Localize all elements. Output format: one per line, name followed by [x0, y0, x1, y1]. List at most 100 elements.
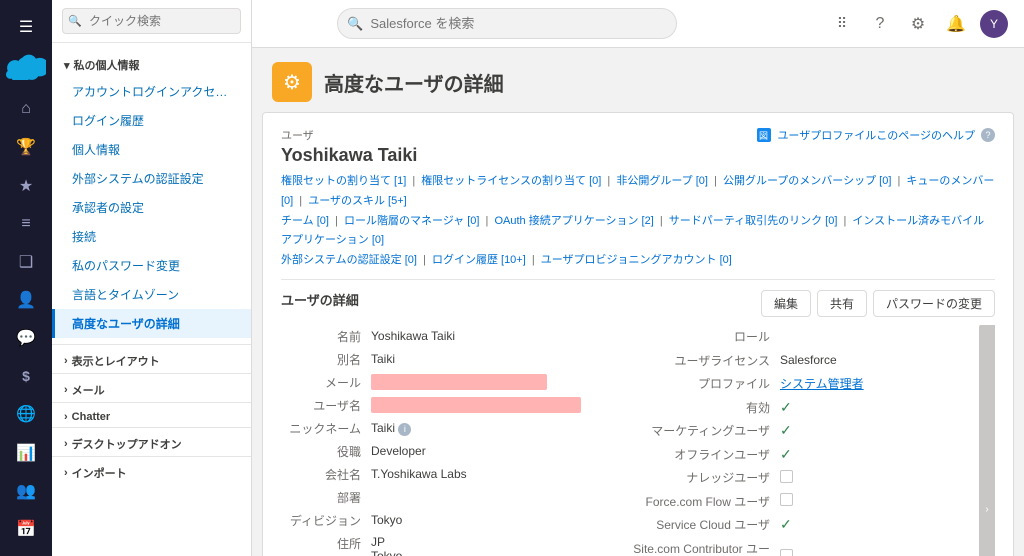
chevron-right-icon4: ›	[64, 438, 68, 450]
field-label-role: ロール	[630, 325, 780, 349]
field-label-marketing-user: マーケティングユーザ	[630, 419, 780, 443]
related-link-10[interactable]: サードパーティ取引先のリンク [0]	[669, 215, 838, 227]
chevron-right-icon3: ›	[64, 411, 68, 423]
sidebar-item-personal-info[interactable]: 個人情報	[52, 135, 251, 164]
field-value-company: T.Yoshikawa Labs	[371, 463, 630, 486]
field-value-nickname: Taiki i	[371, 417, 630, 440]
masked-email: ████████████████████	[371, 374, 547, 390]
field-value-email: ████████████████████	[371, 371, 630, 394]
related-link-1[interactable]: 権限セットの割り当て [1]	[281, 175, 406, 187]
earth-icon[interactable]: 🌐	[8, 397, 44, 431]
collapse-arrow[interactable]: ›	[979, 325, 995, 556]
people-icon[interactable]: 👥	[8, 474, 44, 508]
content-area: 図 ユーザプロファイルこのページのヘルプ ? ユーザ Yoshikawa Tai…	[262, 112, 1014, 556]
user-section-header: 図 ユーザプロファイルこのページのヘルプ ? ユーザ Yoshikawa Tai…	[281, 127, 995, 166]
grid-icon[interactable]: ⠿	[828, 10, 856, 38]
chevron-right-icon: ›	[64, 355, 68, 367]
sidebar-item-external-auth[interactable]: 外部システムの認証設定	[52, 164, 251, 193]
hamburger-icon[interactable]: ☰	[8, 10, 44, 44]
chatter-section: › Chatter	[52, 402, 251, 427]
personal-info-header[interactable]: ▾ 私の個人情報	[52, 49, 251, 77]
table-row: Force.com Flow ユーザ	[630, 489, 979, 513]
field-value-alias: Taiki	[371, 348, 630, 371]
desktop-addon-header[interactable]: › デスクトップアドオン	[52, 428, 251, 456]
field-label-user-license: ユーザライセンス	[630, 348, 780, 372]
email-section-header[interactable]: › メール	[52, 374, 251, 402]
import-section: › インポート	[52, 456, 251, 485]
related-link-14[interactable]: ユーザプロビジョニングアカウント [0]	[541, 254, 732, 266]
sidebar-search-input[interactable]	[62, 8, 241, 34]
field-value-sitecom-contributor	[780, 536, 979, 556]
chat-icon[interactable]: 💬	[8, 321, 44, 355]
display-layout-section: › 表示とレイアウト	[52, 344, 251, 373]
related-link-2[interactable]: 権限セットライセンスの割り当て [0]	[421, 175, 601, 187]
field-value-marketing-user: ✓	[780, 419, 979, 443]
field-label-username: ユーザ名	[281, 394, 371, 417]
related-link-8[interactable]: ロール階層のマネージャ [0]	[344, 215, 480, 227]
edit-button[interactable]: 編集	[761, 290, 811, 317]
notifications-icon[interactable]: 🔔	[942, 10, 970, 38]
star-icon[interactable]: ★	[8, 168, 44, 202]
display-layout-header[interactable]: › 表示とレイアウト	[52, 345, 251, 373]
right-detail-table: ロール ユーザライセンス Salesforce プロファイル システム管理者	[630, 325, 979, 556]
share-button[interactable]: 共有	[817, 290, 867, 317]
dollar-icon[interactable]: $	[8, 359, 44, 393]
related-link-12[interactable]: 外部システムの認証設定 [0]	[281, 254, 417, 266]
table-row: 有効 ✓	[630, 395, 979, 419]
sidebar-item-advanced-user[interactable]: 高度なユーザの詳細	[52, 309, 251, 338]
field-label-name: 名前	[281, 325, 371, 348]
profile-link[interactable]: システム管理者	[780, 377, 864, 391]
table-row: 別名 Taiki	[281, 348, 630, 371]
field-value-flow-user	[780, 489, 979, 513]
sidebar-item-approver-settings[interactable]: 承認者の設定	[52, 193, 251, 222]
checkmark-marketing: ✓	[780, 422, 792, 438]
contact-icon[interactable]: 👤	[8, 283, 44, 317]
import-section-header[interactable]: › インポート	[52, 457, 251, 485]
field-label-profile: プロファイル	[630, 372, 780, 396]
user-avatar[interactable]: Y	[980, 10, 1008, 38]
sidebar-item-connect[interactable]: 接続	[52, 222, 251, 251]
list-icon[interactable]: ≡	[8, 207, 44, 241]
related-link-9[interactable]: OAuth 接続アプリケーション [2]	[494, 215, 653, 227]
related-link-7[interactable]: チーム [0]	[281, 215, 329, 227]
checkbox-contributor	[780, 549, 793, 556]
change-password-button[interactable]: パスワードの変更	[873, 290, 995, 317]
chatter-section-header[interactable]: › Chatter	[52, 403, 251, 427]
field-label-title: 役職	[281, 440, 371, 463]
sidebar-item-login-history[interactable]: ログイン履歴	[52, 106, 251, 135]
field-value-title: Developer	[371, 440, 630, 463]
field-label-address: 住所	[281, 532, 371, 556]
table-row: Service Cloud ユーザ ✓	[630, 513, 979, 537]
settings-icon[interactable]: ⚙	[904, 10, 932, 38]
table-row: ユーザ名 ████████████████████████	[281, 394, 630, 417]
field-label-division: ディビジョン	[281, 509, 371, 532]
home-icon[interactable]: ⌂	[8, 92, 44, 126]
field-label-company: 会社名	[281, 463, 371, 486]
related-link-6[interactable]: ユーザのスキル [5+]	[308, 195, 407, 207]
help-icon[interactable]: ?	[866, 10, 894, 38]
table-row: プロファイル システム管理者	[630, 372, 979, 396]
calendar-icon[interactable]: 📅	[8, 512, 44, 546]
field-value-user-license: Salesforce	[780, 348, 979, 372]
sidebar-item-password-change[interactable]: 私のパスワード変更	[52, 251, 251, 280]
trophy-icon[interactable]: 🏆	[8, 130, 44, 164]
chevron-down-icon: ▾	[64, 59, 70, 72]
header-icons: ⠿ ? ⚙ 🔔 Y	[828, 10, 1008, 38]
help-link-text[interactable]: ユーザプロファイルこのページのヘルプ	[777, 127, 975, 143]
field-value-role	[780, 325, 979, 349]
left-navigation: ☰ ⌂ 🏆 ★ ≡ ❑ 👤 💬 $ 🌐 📊 👥 📅	[0, 0, 52, 556]
related-link-3[interactable]: 非公開グループ [0]	[616, 175, 708, 187]
masked-username: ████████████████████████	[371, 397, 581, 413]
copy-icon[interactable]: ❑	[8, 245, 44, 279]
field-value-division: Tokyo	[371, 509, 630, 532]
related-links: 権限セットの割り当て [1] | 権限セットライセンスの割り当て [0] | 非…	[281, 172, 995, 280]
related-link-4[interactable]: 公開グループのメンバーシップ [0]	[723, 175, 891, 187]
sidebar-item-language-timezone[interactable]: 言語とタイムゾーン	[52, 280, 251, 309]
field-label-email: メール	[281, 371, 371, 394]
global-search-area: 🔍	[337, 8, 677, 39]
related-link-13[interactable]: ログイン履歴 [10+]	[432, 254, 526, 266]
analytics-icon[interactable]: 📊	[8, 436, 44, 470]
table-row: Site.com Contributor ユーザ	[630, 536, 979, 556]
global-search-input[interactable]	[337, 8, 677, 39]
sidebar-item-account-login[interactable]: アカウントログインアクセス...	[52, 77, 251, 106]
